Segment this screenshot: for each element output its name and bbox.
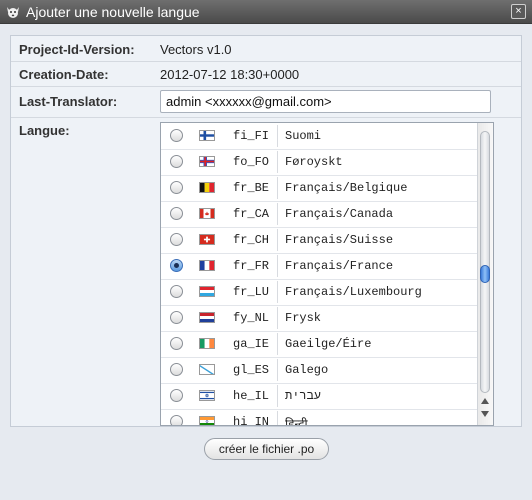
language-radio[interactable] xyxy=(170,129,183,142)
language-name: Français/Canada xyxy=(285,207,394,221)
language-radio[interactable] xyxy=(170,207,183,220)
language-list[interactable]: fi_FI Suomi fo_FO Føroyskt fr_BE Français/Bel… xyxy=(160,122,494,426)
language-radio[interactable] xyxy=(170,389,183,402)
project-label: Project-Id-Version: xyxy=(19,42,135,57)
language-name: Galego xyxy=(285,363,329,377)
flag-belgium-icon xyxy=(199,182,215,193)
flag-finland-icon xyxy=(199,130,215,141)
column-divider xyxy=(277,125,278,147)
flag-faroe-icon xyxy=(199,156,215,167)
language-name: Suomi xyxy=(285,129,322,143)
project-row: Project-Id-Version: Vectors v1.0 xyxy=(11,36,521,62)
language-option[interactable]: fi_FI Suomi xyxy=(161,123,478,150)
column-divider xyxy=(277,411,278,425)
language-radio[interactable] xyxy=(170,233,183,246)
language-option[interactable]: fr_CH Français/Suisse xyxy=(161,227,478,254)
language-code: ga_IE xyxy=(233,337,270,351)
language-option[interactable]: fr_FR Français/France xyxy=(161,253,478,280)
language-name: Français/Suisse xyxy=(285,233,394,247)
column-divider xyxy=(277,151,278,173)
column-divider xyxy=(277,359,278,381)
language-code: fy_NL xyxy=(233,311,270,325)
language-option[interactable]: hi_IN हिन्दी xyxy=(161,409,478,426)
language-option[interactable]: ga_IE Gaeilge/Éire xyxy=(161,331,478,358)
column-divider xyxy=(277,177,278,199)
window-title: Ajouter une nouvelle langue xyxy=(26,4,200,20)
title-bar: Ajouter une nouvelle langue × xyxy=(0,0,532,24)
language-option[interactable]: fr_BE Français/Belgique xyxy=(161,175,478,202)
language-radio[interactable] xyxy=(170,363,183,376)
language-radio[interactable] xyxy=(170,181,183,194)
language-radio[interactable] xyxy=(170,415,183,425)
language-code: fr_FR xyxy=(233,259,270,273)
flag-france-icon xyxy=(199,260,215,271)
translator-row: Last-Translator: xyxy=(11,86,521,118)
flag-luxembourg-icon xyxy=(199,286,215,297)
language-code: fr_CH xyxy=(233,233,270,247)
translator-input[interactable] xyxy=(160,90,491,113)
date-label: Creation-Date: xyxy=(19,67,109,82)
flag-switzerland-icon xyxy=(199,234,215,245)
flag-ireland-icon xyxy=(199,338,215,349)
language-name: हिन्दी xyxy=(285,418,308,426)
language-code: hi_IN xyxy=(233,415,270,426)
language-code: fi_FI xyxy=(233,129,270,143)
column-divider xyxy=(277,255,278,277)
language-radio[interactable] xyxy=(170,337,183,350)
language-radio[interactable] xyxy=(170,311,183,324)
scroll-track[interactable] xyxy=(480,131,490,393)
language-name: Føroyskt xyxy=(285,155,343,169)
language-option[interactable]: fr_CA Français/Canada xyxy=(161,201,478,228)
form-panel: Project-Id-Version: Vectors v1.0 Creatio… xyxy=(10,35,522,427)
language-name: עברית xyxy=(285,389,322,403)
language-radio[interactable] xyxy=(170,259,183,272)
flag-israel-icon xyxy=(199,390,215,401)
column-divider xyxy=(277,385,278,407)
language-code: fr_BE xyxy=(233,181,270,195)
close-button[interactable]: × xyxy=(511,4,526,19)
flag-canada-icon xyxy=(199,208,215,219)
column-divider xyxy=(277,333,278,355)
language-option[interactable]: fo_FO Føroyskt xyxy=(161,149,478,176)
scrollbar[interactable] xyxy=(477,123,493,425)
language-code: fr_CA xyxy=(233,207,270,221)
language-name: Gaeilge/Éire xyxy=(285,337,372,351)
translator-label: Last-Translator: xyxy=(19,94,118,109)
flag-galicia-icon xyxy=(199,364,215,375)
project-value: Vectors v1.0 xyxy=(160,42,232,57)
flag-india-icon xyxy=(199,416,215,425)
language-code: he_IL xyxy=(233,389,270,403)
language-name: Français/Belgique xyxy=(285,181,408,195)
scroll-up-arrow-icon[interactable] xyxy=(481,398,489,404)
language-option[interactable]: gl_ES Galego xyxy=(161,357,478,384)
language-radio[interactable] xyxy=(170,155,183,168)
column-divider xyxy=(277,307,278,329)
language-code: fo_FO xyxy=(233,155,270,169)
date-value: 2012-07-12 18:30+0000 xyxy=(160,67,300,82)
language-name: Français/France xyxy=(285,259,394,273)
language-radio[interactable] xyxy=(170,285,183,298)
language-option[interactable]: fr_LU Français/Luxembourg xyxy=(161,279,478,306)
flag-netherlands-icon xyxy=(199,312,215,323)
language-option[interactable]: he_IL עברית xyxy=(161,383,478,410)
scroll-down-arrow-icon[interactable] xyxy=(481,411,489,417)
language-option[interactable]: fy_NL Frysk xyxy=(161,305,478,332)
language-name: Français/Luxembourg xyxy=(285,285,422,299)
date-row: Creation-Date: 2012-07-12 18:30+0000 xyxy=(11,61,521,87)
create-po-button[interactable]: créer le fichier .po xyxy=(204,438,329,460)
gnu-head-icon xyxy=(7,7,19,18)
langue-row: Langue: fi_FI Suomi fo_FO Føroyskt fr_BE Fran… xyxy=(11,117,521,427)
column-divider xyxy=(277,203,278,225)
language-name: Frysk xyxy=(285,311,322,325)
column-divider xyxy=(277,281,278,303)
language-code: gl_ES xyxy=(233,363,270,377)
language-code: fr_LU xyxy=(233,285,270,299)
scroll-thumb[interactable] xyxy=(480,265,490,283)
langue-label: Langue: xyxy=(19,123,70,138)
column-divider xyxy=(277,229,278,251)
close-icon: × xyxy=(515,5,522,17)
